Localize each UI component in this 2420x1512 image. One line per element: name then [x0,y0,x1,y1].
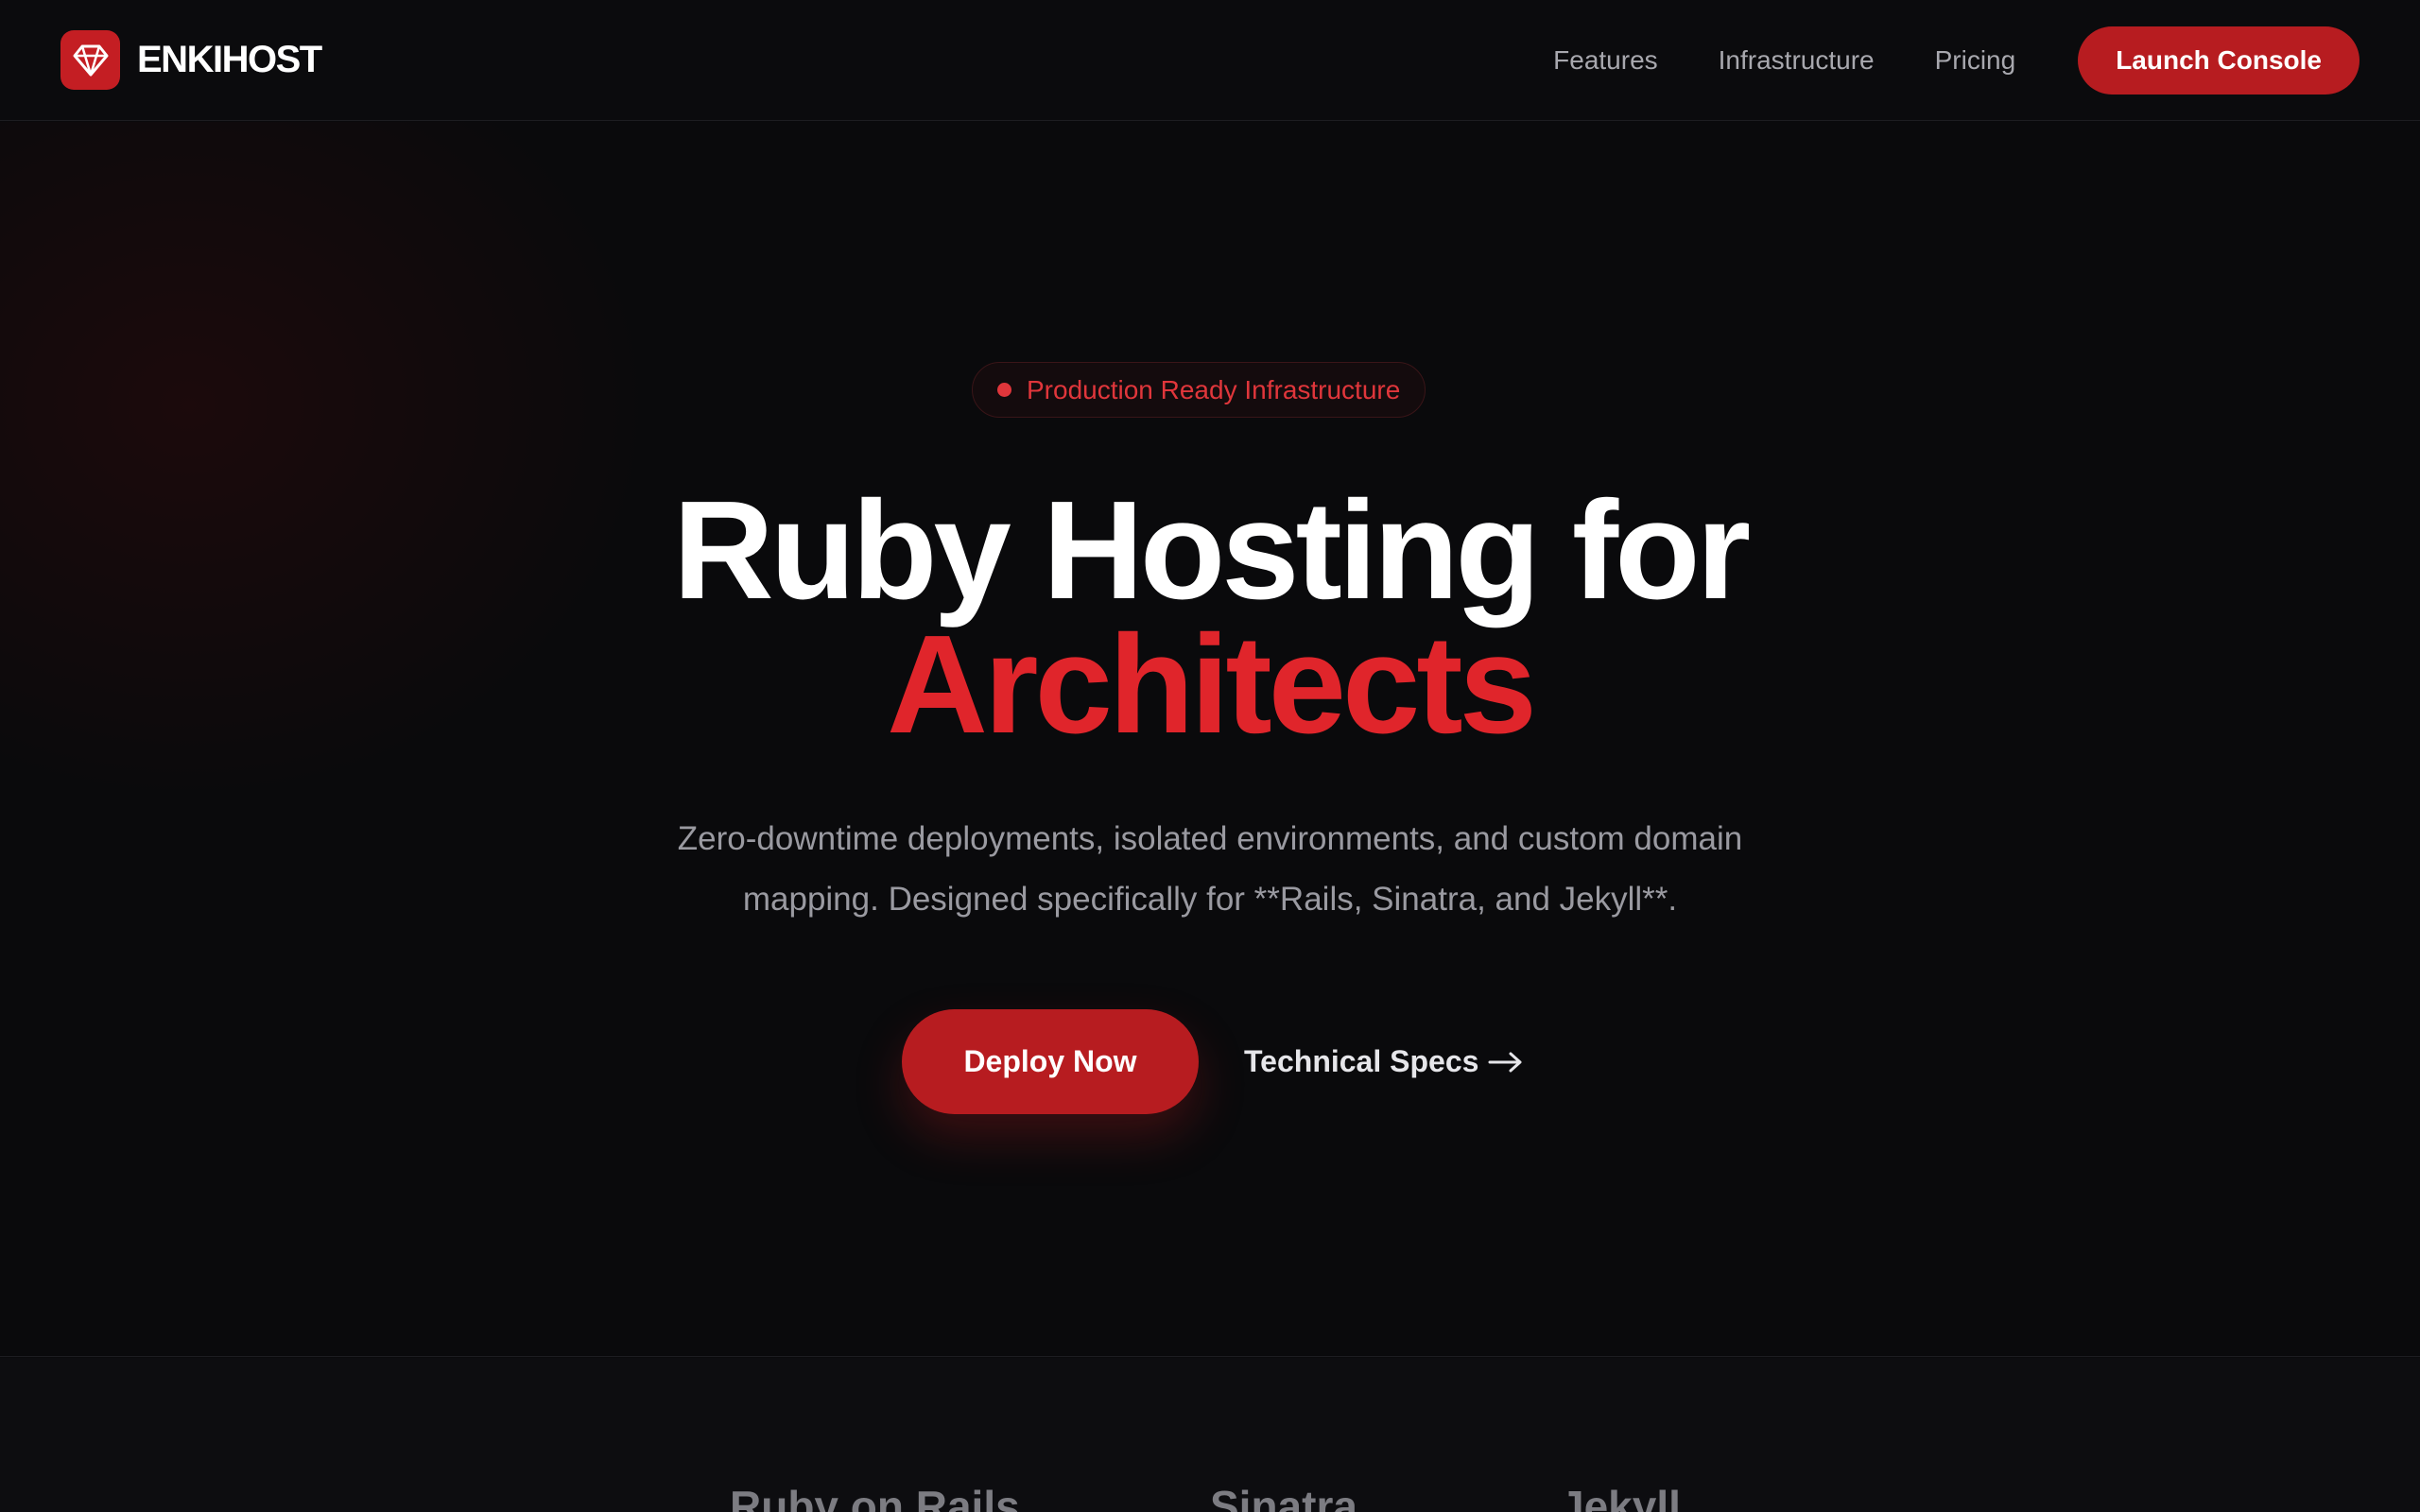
brand-name: ENKIHOST [137,39,322,80]
framework-sinatra: Sinatra [1210,1482,1357,1512]
technical-specs-label: Technical Specs [1244,1044,1479,1078]
hero-title-line-1: Ruby Hosting for [672,472,1751,628]
brand[interactable]: ENKIHOST [60,30,322,90]
launch-console-button[interactable]: Launch Console [2078,26,2360,94]
technical-specs-link[interactable]: Technical Specs [1244,1009,1524,1114]
nav-link-features[interactable]: Features [1553,45,1658,76]
arrow-right-icon [1488,1052,1522,1072]
hero-subtitle-line-1: Zero-downtime deployments, isolated envi… [677,820,1743,857]
status-badge: Production Ready Infrastructure [972,362,1426,418]
top-navigation: ENKIHOST Features Infrastructure Pricing… [0,0,2420,121]
nav-link-infrastructure[interactable]: Infrastructure [1719,45,1875,76]
nav-link-pricing[interactable]: Pricing [1935,45,2016,76]
framework-rails: Ruby on Rails [730,1482,1020,1512]
deploy-now-button[interactable]: Deploy Now [902,1009,1199,1114]
status-dot-icon [997,383,1011,397]
framework-jekyll: Jekyll [1560,1482,1681,1512]
nav-links: Features Infrastructure Pricing Launch C… [1493,26,2360,94]
frameworks-strip: Ruby on Rails Sinatra Jekyll [0,1358,2420,1512]
ruby-gem-icon [60,30,120,90]
hero-subtitle-line-2: mapping. Designed specifically for **Rai… [742,881,1678,918]
hero-title-line-2: Architects [887,607,1537,763]
hero-subtitle: Zero-downtime deployments, isolated envi… [0,809,2420,930]
hero-section: Production Ready Infrastructure Ruby Hos… [0,122,2420,1357]
status-badge-label: Production Ready Infrastructure [1027,374,1401,404]
